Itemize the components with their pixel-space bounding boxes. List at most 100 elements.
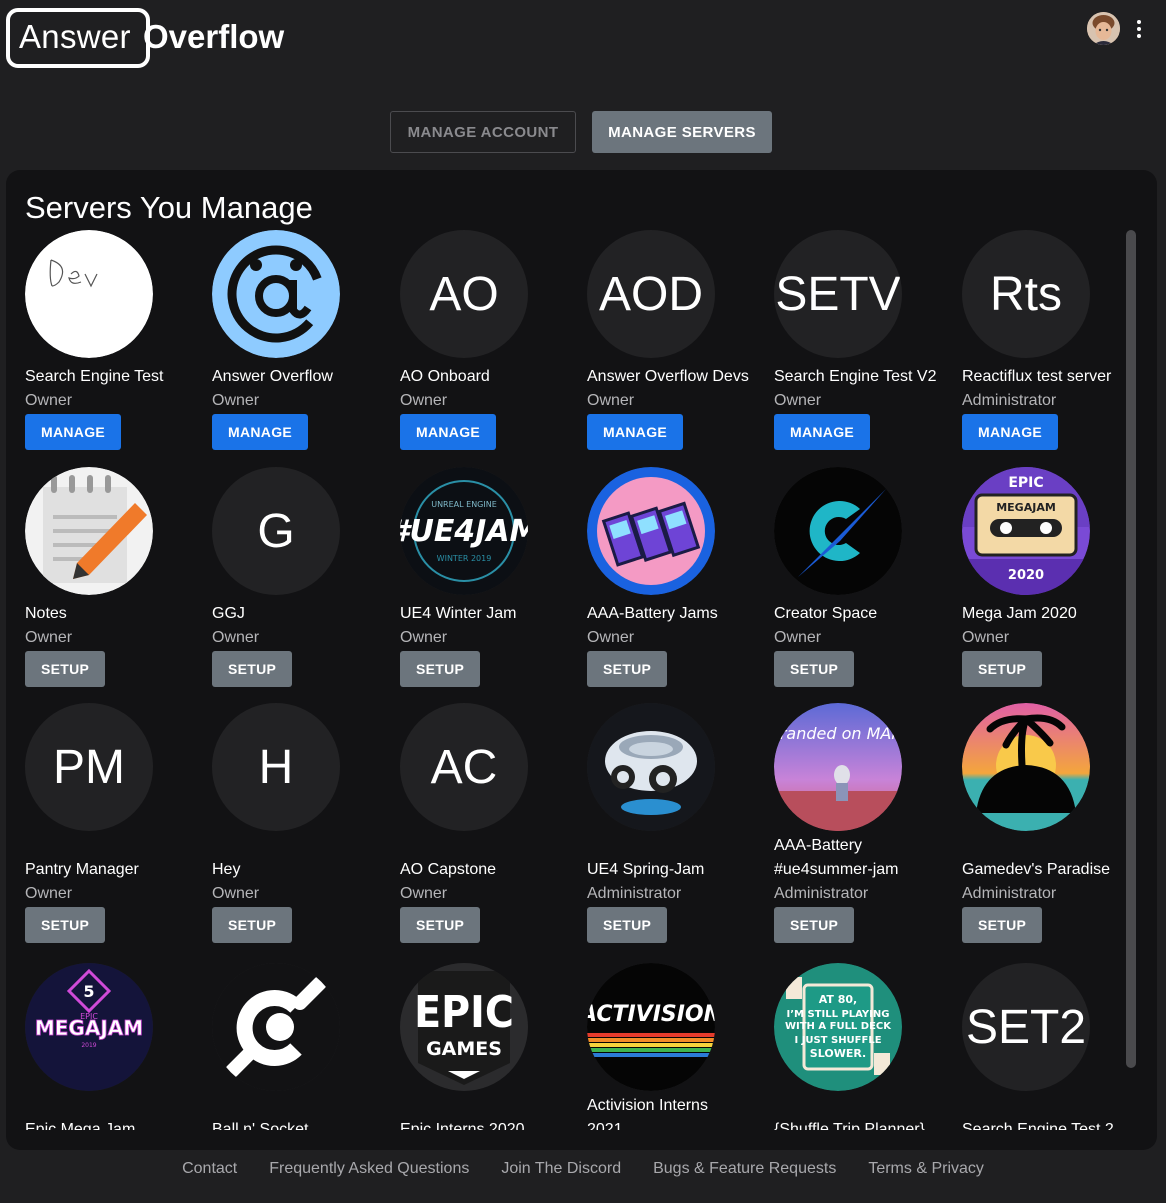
server-card: Stranded on MARS AAA-Battery #ue4summer-j… <box>774 703 954 943</box>
server-role: Owner <box>212 885 260 902</box>
server-initials: AC <box>430 740 498 794</box>
server-card: SET2 Search Engine Test 2 <box>962 963 1126 1130</box>
svg-text:Stranded on MARS: Stranded on MARS <box>774 724 902 743</box>
server-initials-icon: G <box>212 467 340 595</box>
vertical-scrollbar[interactable] <box>1126 230 1136 1068</box>
server-card: UE4 Spring-Jam Administrator SETUP <box>587 703 767 943</box>
footer-link-contact[interactable]: Contact <box>182 1160 237 1180</box>
setup-button[interactable]: SETUP <box>774 651 855 687</box>
server-card: 5 EPIC MEGAJAM 2019 Epic Mega Jam <box>25 963 205 1130</box>
answer-overflow-logo[interactable]: Answer Overflow <box>6 8 306 88</box>
server-role: Owner <box>212 629 260 646</box>
page-title: Servers You Manage <box>25 190 313 225</box>
server-initials-icon: AC <box>400 703 528 831</box>
server-initials-icon: SETV <box>774 230 902 358</box>
manage-button[interactable]: MANAGE <box>587 414 684 450</box>
server-card: Rts Reactiflux test server Administrator MA… <box>962 230 1126 450</box>
manage-button[interactable]: MANAGE <box>774 414 871 450</box>
server-role: Administrator <box>774 885 869 902</box>
setup-button[interactable]: SETUP <box>962 651 1043 687</box>
server-name: Epic Interns 2020 <box>400 1121 525 1130</box>
server-name: Mega Jam 2020 <box>962 605 1077 622</box>
setup-button[interactable]: SETUP <box>212 651 293 687</box>
setup-button[interactable]: SETUP <box>587 907 668 943</box>
server-name: AAA-Battery #ue4summer-jam <box>774 837 899 878</box>
server-name: Pantry Manager <box>25 861 139 878</box>
setup-button[interactable]: SETUP <box>400 651 481 687</box>
server-name: UE4 Spring-Jam <box>587 861 705 878</box>
server-role: Owner <box>587 392 635 409</box>
manage-button[interactable]: MANAGE <box>400 414 497 450</box>
server-card: Answer Overflow Owner MANAGE <box>212 230 392 450</box>
server-card: EPIC MEGAJAM 2020 Mega Jam 2020 Owner SETUP <box>962 467 1126 687</box>
svg-text:I JUST SHUFFLE: I JUST SHUFFLE <box>794 1035 881 1046</box>
server-card: AO AO Onboard Owner MANAGE <box>400 230 580 450</box>
server-role: Owner <box>774 629 822 646</box>
ball-socket-icon <box>212 963 340 1091</box>
server-name: Reactiflux test server <box>962 368 1112 385</box>
server-name: AAA-Battery Jams <box>587 605 718 622</box>
server-initials: Rts <box>990 267 1062 321</box>
svg-text:GAMES: GAMES <box>426 1038 502 1060</box>
server-card: AOD Answer Overflow Devs Owner MANAGE <box>587 230 767 450</box>
footer-link-terms[interactable]: Terms & Privacy <box>868 1160 984 1180</box>
server-initials-icon: AO <box>400 230 528 358</box>
svg-text:WITH A FULL DECK: WITH A FULL DECK <box>785 1021 892 1032</box>
server-card: AT 80, I’M STILL PLAYING WITH A FULL DECK I… <box>774 963 954 1130</box>
server-initials: SETV <box>775 267 901 321</box>
server-role: Owner <box>25 885 73 902</box>
server-name: Ball n' Socket <box>212 1121 309 1130</box>
server-name: Creator Space <box>774 605 878 622</box>
setup-button[interactable]: SETUP <box>587 651 668 687</box>
more-options-icon[interactable] <box>1132 16 1146 42</box>
setup-button[interactable]: SETUP <box>774 907 855 943</box>
setup-button[interactable]: SETUP <box>25 907 106 943</box>
user-avatar[interactable] <box>1087 12 1120 45</box>
server-name: Search Engine Test V2 <box>774 368 937 385</box>
svg-text:EPIC: EPIC <box>1008 475 1043 491</box>
setup-button[interactable]: SETUP <box>962 907 1043 943</box>
footer: Contact Frequently Asked Questions Join … <box>0 1160 1166 1180</box>
setup-button[interactable]: SETUP <box>212 907 293 943</box>
server-name: Answer Overflow Devs <box>587 368 749 385</box>
server-name: Answer Overflow <box>212 368 333 385</box>
manage-button[interactable]: MANAGE <box>962 414 1059 450</box>
server-card: Gamedev's Paradise Administrator SETUP <box>962 703 1126 943</box>
server-card: H Hey Owner SETUP <box>212 703 392 943</box>
setup-button[interactable]: SETUP <box>25 651 106 687</box>
server-card: Creator Space Owner SETUP <box>774 467 954 687</box>
footer-link-bugs[interactable]: Bugs & Feature Requests <box>653 1160 836 1180</box>
dev-sketch-icon <box>25 230 153 358</box>
server-name: UE4 Winter Jam <box>400 605 517 622</box>
palm-island-icon <box>962 703 1090 831</box>
server-name: Epic Mega Jam <box>25 1121 136 1130</box>
manage-button[interactable]: MANAGE <box>25 414 122 450</box>
manage-account-tab[interactable]: MANAGE ACCOUNT <box>390 111 576 153</box>
server-card: PM Pantry Manager Owner SETUP <box>25 703 205 943</box>
server-card: Ball n' Socket <box>212 963 392 1130</box>
manage-button[interactable]: MANAGE <box>212 414 309 450</box>
logo-text-answer: Answer <box>19 18 131 55</box>
server-initials-icon: Rts <box>962 230 1090 358</box>
server-name: AO Capstone <box>400 861 497 878</box>
creator-space-logo-icon <box>774 467 902 595</box>
stranded-on-mars-icon: Stranded on MARS <box>774 703 902 831</box>
svg-text:MEGAJAM: MEGAJAM <box>35 1016 143 1040</box>
server-role: Owner <box>400 629 448 646</box>
server-name: Gamedev's Paradise <box>962 861 1111 878</box>
server-name: Search Engine Test <box>25 368 164 385</box>
server-card: AAA-Battery Jams Owner SETUP <box>587 467 767 687</box>
server-initials-icon: H <box>212 703 340 831</box>
footer-link-faq[interactable]: Frequently Asked Questions <box>269 1160 469 1180</box>
servers-panel: Servers You Manage Search Engine Test Own… <box>6 170 1157 1150</box>
server-role: Owner <box>212 392 260 409</box>
server-role: Administrator <box>962 392 1057 409</box>
manage-servers-tab[interactable]: MANAGE SERVERS <box>592 111 772 153</box>
server-name: AO Onboard <box>400 368 490 385</box>
server-card: EPIC GAMES Epic Interns 2020 <box>400 963 580 1130</box>
activision-icon: ACTIVISION <box>587 963 715 1091</box>
svg-text:2019: 2019 <box>81 1042 96 1049</box>
footer-link-discord[interactable]: Join The Discord <box>501 1160 621 1180</box>
svg-text:I’M STILL PLAYING: I’M STILL PLAYING <box>787 1009 890 1020</box>
setup-button[interactable]: SETUP <box>400 907 481 943</box>
